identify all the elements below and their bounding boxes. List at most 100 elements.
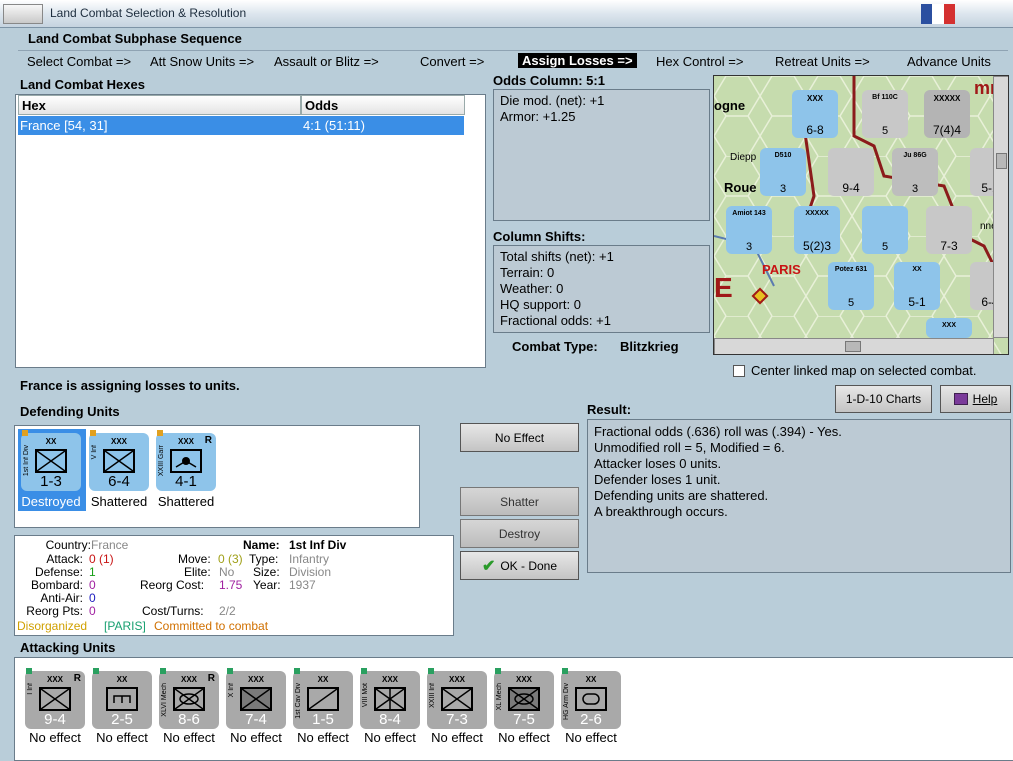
charts-button[interactable]: 1-D-10 Charts — [835, 385, 932, 413]
reserve-marker: R — [73, 673, 81, 684]
attacking-unit-2[interactable]: XXX R XLVI Mech 8-6 — [159, 668, 219, 729]
window-title: Land Combat Selection & Resolution — [50, 6, 247, 20]
shift-line-0: Total shifts (net): +1 — [500, 249, 614, 264]
seq-step-6: Retreat Units => — [775, 54, 870, 69]
attacking-unit-1[interactable]: XX 2-5 — [92, 668, 152, 729]
defending-status-2: Shattered — [157, 494, 215, 509]
ok-done-button[interactable]: ✔ OK - Done — [460, 551, 579, 580]
map-counter[interactable]: XXXXX 5(2)3 — [794, 206, 840, 254]
map-counter-air[interactable]: Amiot 143 3 — [726, 206, 772, 254]
ok-done-label: OK - Done — [500, 558, 558, 573]
attacking-unit-4[interactable]: XX 1st Cav Div 1-5 — [293, 668, 353, 729]
map-hscroll-thumb[interactable] — [845, 341, 861, 352]
map-counter[interactable]: XXXXX 7(4)4 — [924, 90, 970, 138]
attacking-unit-8[interactable]: XX HG Arm Div 2-6 — [561, 668, 621, 729]
result-line-5: A breakthrough occurs. — [594, 504, 728, 519]
map-counter[interactable]: XXX 6-8 — [792, 90, 838, 138]
unit-status-dot — [361, 668, 367, 674]
result-line-4: Defending units are shattered. — [594, 488, 769, 503]
map-counter[interactable]: 9-4 — [828, 148, 874, 196]
center-map-checkbox[interactable] — [733, 365, 745, 377]
map-counter[interactable]: 7-3 — [926, 206, 972, 254]
unit-status-dot — [227, 668, 233, 674]
defending-unit-0[interactable]: XX 1st Inf Div 1-3 — [21, 430, 81, 491]
result-heading: Result: — [587, 402, 632, 417]
defending-unit-1[interactable]: XXX V Inf 6-4 — [89, 430, 149, 491]
infantry-icon — [39, 687, 71, 711]
attacking-status-6: No effect — [431, 730, 483, 745]
linked-map[interactable]: ogne Diepp Roue PARIS E mr nne XXX 6-8 Bf… — [713, 75, 1009, 355]
size-value: Division — [289, 565, 332, 579]
unit-status-dot — [157, 430, 163, 436]
unit-size: XX — [116, 675, 128, 684]
unit-values: 2-5 — [111, 711, 133, 728]
unit-values: 1-5 — [312, 711, 334, 728]
attacking-unit-0[interactable]: XXX R I Inf 9-4 — [25, 668, 85, 729]
unit-status-dot — [93, 668, 99, 674]
map-horizontal-scrollbar[interactable] — [714, 338, 994, 354]
unit-info-panel: Country: France Attack: 0 (1) Defense: 1… — [14, 535, 454, 636]
attacking-unit-3[interactable]: XXX X Inf 7-4 — [226, 668, 286, 729]
unit-values: 2-6 — [580, 711, 602, 728]
odds-box: Die mod. (net): +1 Armor: +1.25 — [493, 89, 710, 221]
shatter-button[interactable]: Shatter — [460, 487, 579, 516]
map-counter-air[interactable]: Bf 110C 5 — [862, 90, 908, 138]
shift-line-1: Terrain: 0 — [500, 265, 555, 280]
map-vertical-scrollbar[interactable] — [993, 76, 1008, 338]
hexes-col-odds[interactable]: Odds — [301, 95, 465, 115]
year-value: 1937 — [289, 578, 316, 592]
hexes-col-hex[interactable]: Hex — [18, 95, 301, 115]
reserve-marker: R — [204, 435, 212, 446]
unit-status-dot — [26, 668, 32, 674]
map-counter-air[interactable]: Ju 86G 3 — [892, 148, 938, 196]
seq-step-2: Assault or Blitz => — [274, 54, 379, 69]
map-vscroll-thumb[interactable] — [996, 153, 1007, 169]
mechanized-icon — [173, 687, 205, 711]
reorgpts-value: 0 — [89, 604, 96, 618]
bombard-value: 0 — [89, 578, 96, 592]
center-map-label: Center linked map on selected combat. — [751, 363, 977, 378]
map-label-dieppe: Diepp — [730, 152, 757, 163]
map-counter[interactable]: XXX — [926, 318, 972, 338]
map-counter-air[interactable]: Potez 631 5 — [828, 262, 874, 310]
table-row[interactable]: France [54, 31] 4:1 (51:11) — [18, 116, 464, 135]
help-book-icon — [953, 393, 968, 405]
unit-name: X Inf — [228, 683, 235, 698]
map-counter-air[interactable]: 5 — [862, 206, 908, 254]
attacking-status-2: No effect — [163, 730, 215, 745]
unit-values: 4-1 — [175, 473, 197, 490]
title-bar: Land Combat Selection & Resolution — [0, 0, 1013, 28]
odds-cell: 4:1 (51:11) — [303, 118, 365, 133]
garrison-icon — [170, 449, 202, 473]
unit-values: 1-3 — [40, 473, 62, 490]
map-counter-air[interactable]: D510 3 — [760, 148, 806, 196]
attacking-status-1: No effect — [96, 730, 148, 745]
help-label: Help — [972, 392, 998, 406]
infantry-icon — [103, 449, 135, 473]
destroy-button[interactable]: Destroy — [460, 519, 579, 548]
defending-status-0: Destroyed — [21, 494, 81, 509]
hex-cell: France [54, 31] — [20, 118, 108, 133]
unit-status-dot — [562, 668, 568, 674]
attacking-unit-6[interactable]: XXX XXIII Inf 7-3 — [427, 668, 487, 729]
map-label-rouen: Roue — [724, 180, 757, 195]
no-effect-button[interactable]: No Effect — [460, 423, 579, 452]
unit-status-dot — [160, 668, 166, 674]
attacking-unit-5[interactable]: XXX VIII Mot 8-4 — [360, 668, 420, 729]
map-counter[interactable]: XX 5-1 — [894, 262, 940, 310]
map-label-ogne: ogne — [714, 98, 746, 113]
unit-size: XXX — [110, 437, 127, 446]
seq-step-5: Hex Control => — [656, 54, 744, 69]
location-text: [PARIS] — [104, 619, 146, 633]
sequence-bar: Select Combat => Att Snow Units => Assau… — [18, 50, 1008, 72]
hexes-heading: Land Combat Hexes — [20, 77, 145, 92]
unit-size: XXX — [381, 675, 398, 684]
help-button[interactable]: Help — [940, 385, 1011, 413]
attacking-unit-7[interactable]: XXX XL Mech 7-5 — [494, 668, 554, 729]
name-value: 1st Inf Div — [289, 538, 347, 552]
unit-values: 7-4 — [245, 711, 267, 728]
name-label: Name: — [243, 538, 280, 552]
defending-unit-2[interactable]: XXX R XXIII Garr 4-1 — [156, 430, 216, 491]
engineer-icon — [106, 687, 138, 711]
system-menu-button[interactable] — [3, 4, 43, 24]
